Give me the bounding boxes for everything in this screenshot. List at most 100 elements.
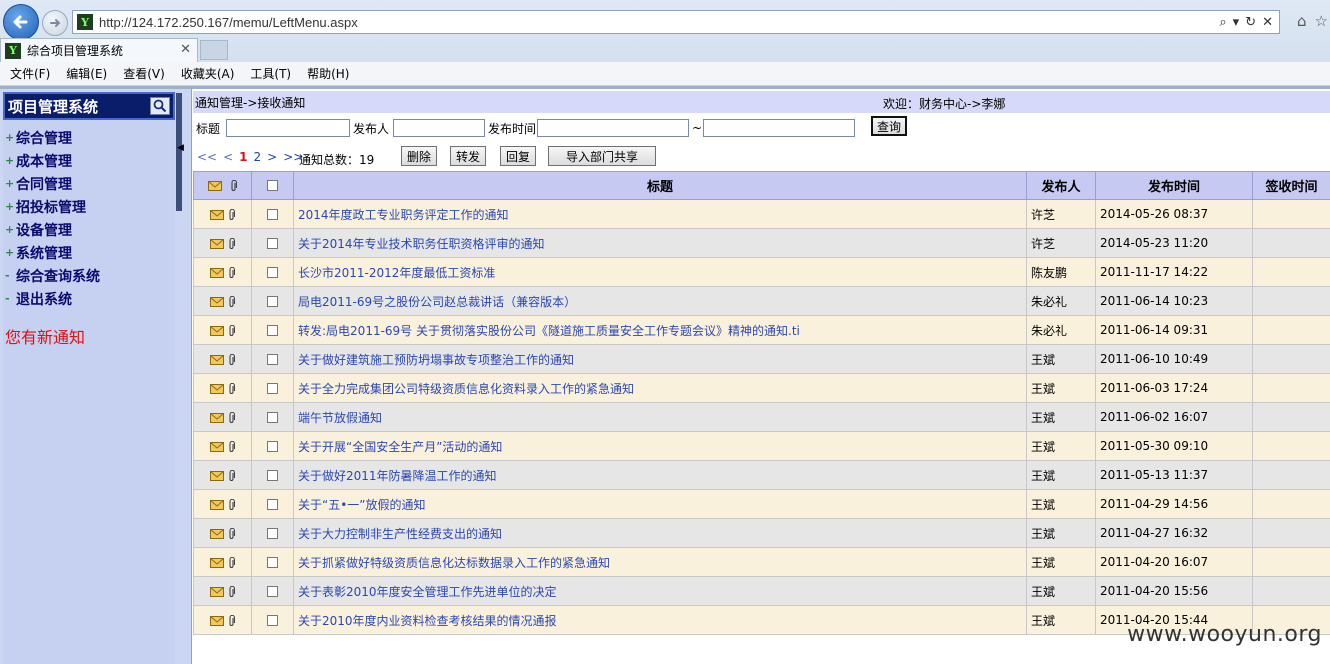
- row-checkbox[interactable]: [267, 238, 278, 249]
- tree-item-equipment[interactable]: + 设备管理: [5, 218, 100, 241]
- favorites-star-icon[interactable]: ☆: [1315, 12, 1328, 30]
- notice-title-link[interactable]: 局电2011-69号之股份公司赵总裁讲话（兼容版本）: [293, 286, 1027, 316]
- column-header-publisher[interactable]: 发布人: [1026, 171, 1096, 200]
- notice-title-link[interactable]: 长沙市2011-2012年度最低工资标准: [293, 257, 1027, 287]
- first-page-link[interactable]: <<: [197, 150, 217, 164]
- mail-icon[interactable]: [210, 383, 224, 394]
- notice-title-link[interactable]: 关于开展“全国安全生产月”活动的通知: [293, 431, 1027, 461]
- table-row[interactable]: 关于2014年专业技术职务任职资格评审的通知 许芝 2014-05-23 11:20: [193, 228, 1330, 258]
- attachment-icon[interactable]: [228, 614, 235, 627]
- expand-icon[interactable]: +: [5, 223, 15, 236]
- search-icon[interactable]: ⌕: [1219, 15, 1226, 30]
- mail-icon[interactable]: [210, 499, 224, 510]
- tree-item-label[interactable]: 合同管理: [16, 174, 72, 194]
- table-row[interactable]: 关于大力控制非生产性经费支出的通知 王斌 2011-04-27 16:32: [193, 518, 1330, 548]
- attachment-icon[interactable]: [228, 585, 235, 598]
- menu-view[interactable]: 查看(V): [123, 65, 165, 82]
- mail-icon[interactable]: [210, 441, 224, 452]
- title-filter-input[interactable]: [226, 119, 351, 137]
- attachment-icon[interactable]: [228, 556, 235, 569]
- tree-item-general[interactable]: + 综合管理: [5, 126, 100, 149]
- notice-title-link[interactable]: 关于2010年度内业资料检查考核结果的情况通报: [293, 605, 1027, 635]
- mail-icon[interactable]: [210, 615, 224, 626]
- mail-icon[interactable]: [210, 557, 224, 568]
- collapse-sidebar-icon[interactable]: ◀: [177, 143, 184, 153]
- attachment-icon[interactable]: [228, 353, 235, 366]
- query-button[interactable]: 查询: [871, 116, 907, 136]
- back-button[interactable]: [3, 4, 39, 40]
- tree-item-bidding[interactable]: + 招投标管理: [5, 195, 100, 218]
- table-row[interactable]: 关于抓紧做好特级资质信息化达标数据录入工作的紧急通知 王斌 2011-04-20 1…: [193, 547, 1330, 577]
- column-header-title[interactable]: 标题: [293, 171, 1027, 200]
- menu-file[interactable]: 文件(F): [10, 65, 50, 82]
- address-bar[interactable]: Y http://124.172.250.167/memu/LeftMenu.a…: [72, 10, 1280, 34]
- search-button[interactable]: [150, 97, 170, 115]
- expand-icon[interactable]: +: [5, 246, 15, 259]
- table-row[interactable]: 关于全力完成集团公司特级资质信息化资料录入工作的紧急通知 王斌 2011-06-03…: [193, 373, 1330, 403]
- time-to-input[interactable]: [703, 119, 856, 137]
- attachment-icon[interactable]: [228, 382, 235, 395]
- tree-item-label[interactable]: 综合管理: [16, 128, 72, 148]
- mail-icon[interactable]: [210, 470, 224, 481]
- mail-icon[interactable]: [210, 354, 224, 365]
- forward-notice-button[interactable]: 转发: [450, 146, 486, 166]
- row-checkbox[interactable]: [267, 499, 278, 510]
- notice-title-link[interactable]: 转发:局电2011-69号 关于贯彻落实股份公司《隧道施工质量安全工作专题会议》…: [293, 315, 1027, 345]
- tree-item-label[interactable]: 成本管理: [16, 151, 72, 171]
- row-checkbox[interactable]: [267, 412, 278, 423]
- row-checkbox[interactable]: [267, 441, 278, 452]
- dropdown-icon[interactable]: ▾: [1233, 15, 1240, 30]
- notice-title-link[interactable]: 关于做好建筑施工预防坍塌事故专项整治工作的通知: [293, 344, 1027, 374]
- new-notice-alert[interactable]: 您有新通知: [5, 324, 85, 348]
- page-2-link[interactable]: 2: [254, 150, 262, 164]
- attachment-icon[interactable]: [228, 411, 235, 424]
- mail-icon[interactable]: [210, 209, 224, 220]
- import-share-button[interactable]: 导入部门共享: [548, 146, 656, 166]
- tree-item-cost[interactable]: + 成本管理: [5, 149, 100, 172]
- row-checkbox[interactable]: [267, 296, 278, 307]
- table-row[interactable]: 转发:局电2011-69号 关于贯彻落实股份公司《隧道施工质量安全工作专题会议》…: [193, 315, 1330, 345]
- forward-button[interactable]: [42, 10, 68, 36]
- row-checkbox[interactable]: [267, 209, 278, 220]
- notice-title-link[interactable]: 关于全力完成集团公司特级资质信息化资料录入工作的紧急通知: [293, 373, 1027, 403]
- close-tab-icon[interactable]: ✕: [180, 42, 191, 57]
- row-checkbox[interactable]: [267, 528, 278, 539]
- table-row[interactable]: 端午节放假通知 王斌 2011-06-02 16:07: [193, 402, 1330, 432]
- row-checkbox[interactable]: [267, 615, 278, 626]
- row-checkbox[interactable]: [267, 557, 278, 568]
- menu-help[interactable]: 帮助(H): [307, 65, 349, 82]
- table-row[interactable]: 关于开展“全国安全生产月”活动的通知 王斌 2011-05-30 09:10: [193, 431, 1330, 461]
- tree-item-logout[interactable]: - 退出系统: [5, 287, 100, 310]
- menu-tools[interactable]: 工具(T): [250, 65, 291, 82]
- mail-icon[interactable]: [210, 267, 224, 278]
- time-from-input[interactable]: [537, 119, 690, 137]
- publisher-filter-input[interactable]: [393, 119, 486, 137]
- delete-button[interactable]: 删除: [401, 146, 437, 166]
- mail-icon[interactable]: [210, 325, 224, 336]
- tree-item-system[interactable]: + 系统管理: [5, 241, 100, 264]
- attachment-icon[interactable]: [228, 266, 235, 279]
- row-checkbox[interactable]: [267, 383, 278, 394]
- mail-icon[interactable]: [210, 238, 224, 249]
- mail-icon[interactable]: [210, 412, 224, 423]
- tree-item-label[interactable]: 综合查询系统: [16, 266, 100, 286]
- menu-edit[interactable]: 编辑(E): [66, 65, 107, 82]
- notice-title-link[interactable]: 2014年度政工专业职务评定工作的通知: [293, 199, 1027, 229]
- column-header-signed[interactable]: 签收时间: [1252, 171, 1330, 200]
- expand-icon[interactable]: +: [5, 131, 15, 144]
- menu-favorites[interactable]: 收藏夹(A): [181, 65, 235, 82]
- home-icon[interactable]: ⌂: [1297, 12, 1307, 30]
- reply-button[interactable]: 回复: [500, 146, 536, 166]
- collapse-icon[interactable]: -: [5, 292, 15, 305]
- prev-page-link[interactable]: <: [223, 150, 233, 164]
- column-header-time[interactable]: 发布时间: [1095, 171, 1253, 200]
- notice-title-link[interactable]: 关于大力控制非生产性经费支出的通知: [293, 518, 1027, 548]
- tree-item-label[interactable]: 招投标管理: [16, 197, 86, 217]
- select-all-checkbox[interactable]: [267, 180, 278, 191]
- table-row[interactable]: 关于“五•一”放假的通知 王斌 2011-04-29 14:56: [193, 489, 1330, 519]
- tree-item-label[interactable]: 退出系统: [16, 289, 72, 309]
- attachment-icon[interactable]: [228, 324, 235, 337]
- table-row[interactable]: 2014年度政工专业职务评定工作的通知 许芝 2014-05-26 08:37: [193, 199, 1330, 229]
- table-row[interactable]: 关于表彰2010年度安全管理工作先进单位的决定 王斌 2011-04-20 15:5…: [193, 576, 1330, 606]
- tab-active[interactable]: Y 综合项目管理系统 ✕: [0, 38, 198, 62]
